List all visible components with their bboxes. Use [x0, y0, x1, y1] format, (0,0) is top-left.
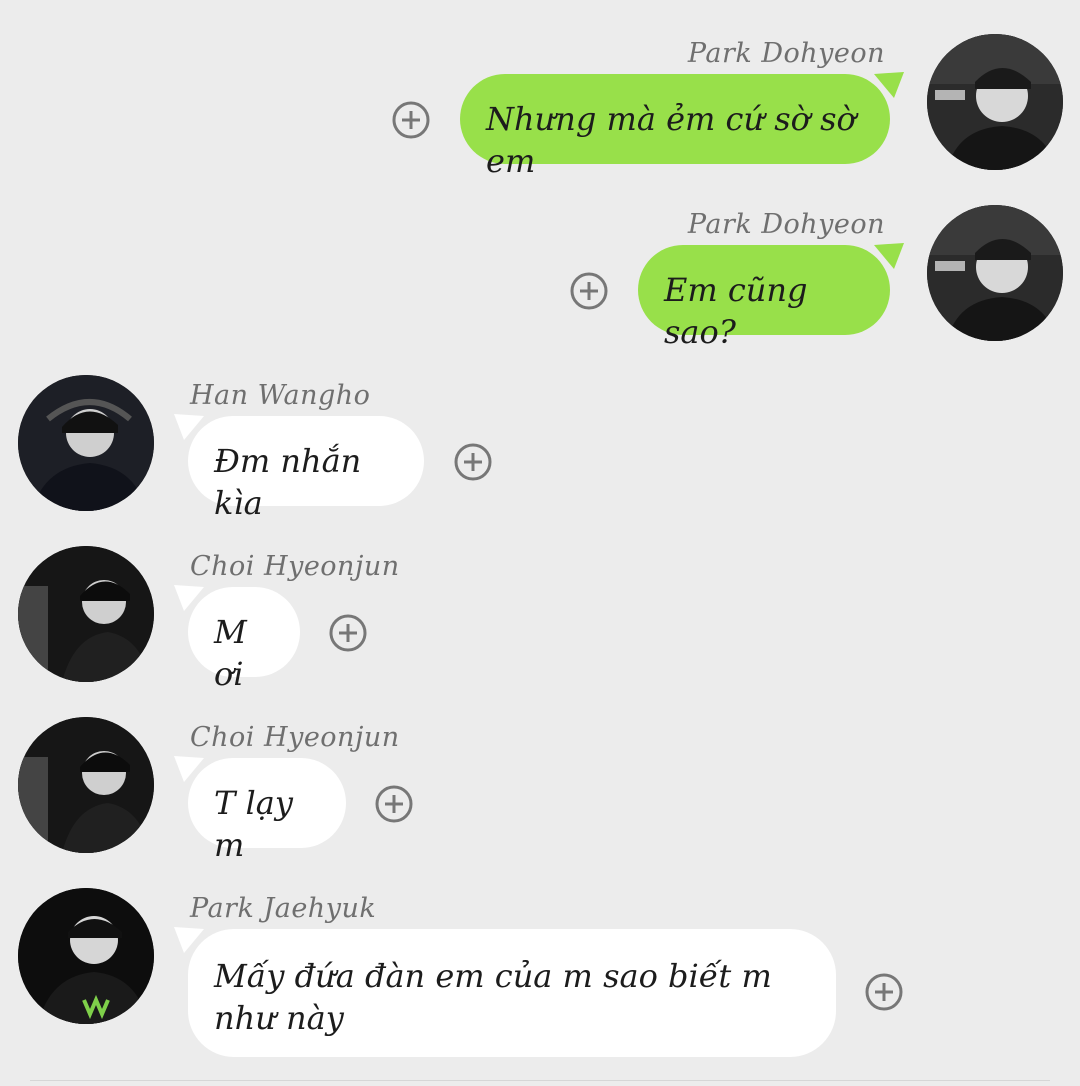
sender-name: Park Dohyeon: [687, 38, 885, 69]
message-text: Em cũng sao?: [664, 271, 808, 351]
message-bubble[interactable]: M ơi: [174, 585, 300, 693]
plus-circle-icon[interactable]: [375, 785, 413, 823]
avatar[interactable]: [18, 717, 154, 853]
message-bubble[interactable]: Nhưng mà ẻm cứ sờ sờ em: [460, 72, 904, 180]
divider: [30, 1080, 1050, 1081]
plus-circle-icon[interactable]: [865, 973, 903, 1011]
message-bubble[interactable]: T lạy m: [174, 756, 346, 864]
avatar[interactable]: [927, 34, 1063, 170]
message-text: Mấy đứa đàn em của m sao biết m như này: [214, 957, 772, 1037]
message-bubble[interactable]: Đm nhắn kìa: [174, 414, 424, 522]
sender-name: Park Jaehyuk: [190, 893, 377, 924]
sender-name: Park Dohyeon: [687, 209, 885, 240]
avatar[interactable]: [18, 375, 154, 511]
plus-circle-icon[interactable]: [392, 101, 430, 139]
avatar[interactable]: [927, 205, 1063, 341]
chat-message: Park Dohyeon Nhưng mà ẻm cứ sờ sờ em: [0, 0, 1080, 180]
plus-circle-icon[interactable]: [570, 272, 608, 310]
plus-circle-icon[interactable]: [454, 443, 492, 481]
message-text: M ơi: [214, 613, 247, 693]
message-text: Nhưng mà ẻm cứ sờ sờ em: [486, 100, 856, 180]
sender-name: Choi Hyeonjun: [190, 722, 400, 753]
sender-name: Han Wangho: [190, 380, 371, 411]
message-text: T lạy m: [214, 784, 293, 864]
sender-name: Choi Hyeonjun: [190, 551, 400, 582]
message-bubble[interactable]: Mấy đứa đàn em của m sao biết m như này: [174, 927, 836, 1057]
chat-message: Park Jaehyuk Mấy đứa đàn em của m sao bi…: [0, 0, 1080, 1057]
avatar[interactable]: [18, 546, 154, 682]
message-text: Đm nhắn kìa: [214, 442, 362, 522]
plus-circle-icon[interactable]: [329, 614, 367, 652]
message-bubble[interactable]: Em cũng sao?: [638, 243, 904, 351]
avatar[interactable]: [18, 888, 154, 1024]
